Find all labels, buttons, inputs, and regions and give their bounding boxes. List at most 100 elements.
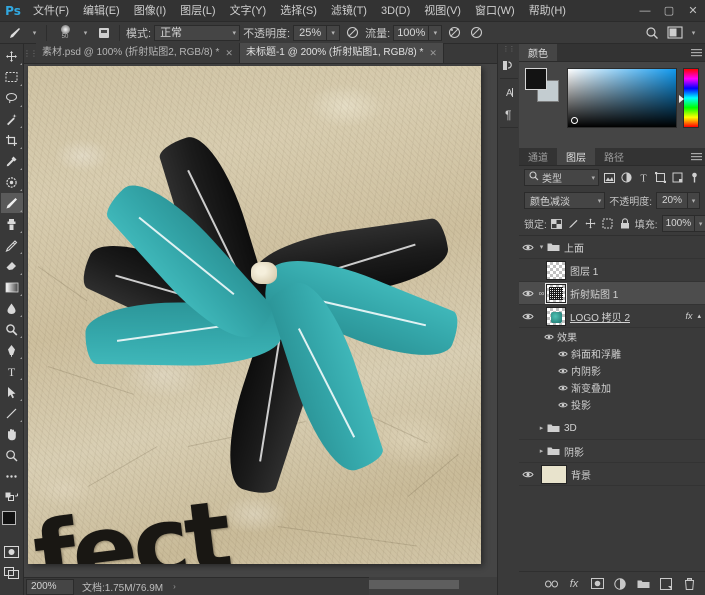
visibility-eye-icon[interactable] bbox=[519, 470, 537, 479]
character-panel-icon[interactable]: A bbox=[498, 81, 520, 103]
paragraph-panel-icon[interactable]: ¶ bbox=[498, 103, 520, 125]
close-icon[interactable]: ✕ bbox=[429, 43, 437, 63]
visibility-eye-icon[interactable] bbox=[541, 333, 557, 341]
lock-all-icon[interactable] bbox=[619, 218, 631, 229]
path-selection-tool[interactable] bbox=[1, 382, 23, 402]
brush-tool-icon[interactable] bbox=[4, 24, 26, 42]
chevron-up-icon[interactable]: ▴ bbox=[697, 312, 701, 320]
layer-row-group-top[interactable]: ▾ 上面 bbox=[519, 236, 705, 259]
panel-menu-icon[interactable] bbox=[687, 44, 705, 61]
layer-row-refraction-map-1[interactable]: ∞ 折射贴图 1 bbox=[519, 282, 705, 305]
lasso-tool[interactable] bbox=[1, 88, 23, 108]
menu-type[interactable]: 文字(Y) bbox=[223, 0, 274, 22]
edit-toolbar-button[interactable] bbox=[1, 466, 23, 486]
history-brush-tool[interactable] bbox=[1, 235, 23, 255]
lock-image-icon[interactable] bbox=[568, 219, 580, 229]
layer-style-fx-icon[interactable]: fx bbox=[567, 578, 581, 590]
new-adjustment-layer-icon[interactable] bbox=[613, 578, 627, 590]
visibility-eye-icon[interactable] bbox=[519, 289, 537, 298]
layer-fill-chevron-down-icon[interactable]: ▾ bbox=[695, 215, 705, 232]
menu-image[interactable]: 图像(I) bbox=[127, 0, 173, 22]
horizontal-type-tool[interactable]: T bbox=[1, 361, 23, 381]
close-icon[interactable]: ✕ bbox=[225, 43, 233, 63]
menu-file[interactable]: 文件(F) bbox=[26, 0, 76, 22]
hue-slider-marker[interactable] bbox=[679, 95, 684, 103]
brush-preset-chevron-down-icon[interactable]: ▾ bbox=[29, 24, 40, 42]
foreground-color-swatch[interactable] bbox=[2, 511, 16, 525]
link-layers-icon[interactable] bbox=[544, 580, 558, 588]
lock-position-icon[interactable] bbox=[585, 218, 597, 229]
adjustment-filter-icon[interactable] bbox=[620, 172, 632, 183]
horizontal-scroll-thumb[interactable] bbox=[369, 580, 459, 589]
color-panel-swatches[interactable] bbox=[525, 68, 561, 102]
gradient-tool[interactable] bbox=[1, 277, 23, 297]
menu-3d[interactable]: 3D(D) bbox=[374, 0, 417, 22]
color-swatches[interactable] bbox=[0, 510, 24, 536]
zoom-level-input[interactable]: 200% bbox=[26, 579, 74, 595]
visibility-eye-icon[interactable] bbox=[519, 243, 537, 252]
brush-panel-chevron-down-icon[interactable]: ▾ bbox=[80, 24, 91, 42]
brush-size-preview[interactable]: 50 bbox=[53, 23, 77, 43]
tab-channels[interactable]: 通道 bbox=[519, 148, 557, 165]
layer-opacity-chevron-down-icon[interactable]: ▾ bbox=[688, 192, 700, 209]
layer-opacity-input[interactable]: 20% bbox=[656, 192, 688, 209]
search-icon[interactable] bbox=[642, 23, 661, 42]
dock-drag-grip[interactable]: ⋮⋮ bbox=[498, 44, 520, 54]
menu-filter[interactable]: 滤镜(T) bbox=[324, 0, 374, 22]
flow-input[interactable]: 100% bbox=[393, 25, 429, 41]
layer-row-group-shadow[interactable]: ▸ 阴影 bbox=[519, 440, 705, 463]
lock-transparent-icon[interactable] bbox=[551, 219, 563, 229]
visibility-eye-icon[interactable] bbox=[555, 350, 571, 358]
quick-mask-icon[interactable] bbox=[1, 542, 23, 562]
workspace-chevron-down-icon[interactable]: ▾ bbox=[688, 24, 699, 42]
chevron-down-icon[interactable]: ▾ bbox=[537, 243, 546, 251]
menu-select[interactable]: 选择(S) bbox=[273, 0, 324, 22]
layer-row-logo-copy-2[interactable]: LOGO 拷贝 2 fx ▴ bbox=[519, 305, 705, 328]
workspace-switcher-icon[interactable] bbox=[665, 23, 684, 42]
layer-filter-select[interactable]: 类型 bbox=[524, 169, 599, 186]
document-tab-1[interactable]: 素材.psd @ 100% (折射贴图2, RGB/8) * ✕ bbox=[36, 43, 240, 63]
visibility-eye-icon[interactable] bbox=[555, 367, 571, 375]
visibility-eye-icon[interactable] bbox=[555, 384, 571, 392]
opacity-stepper-chevron-down-icon[interactable]: ▾ bbox=[327, 25, 340, 41]
maximize-button[interactable]: ▢ bbox=[657, 0, 681, 22]
menu-window[interactable]: 窗口(W) bbox=[468, 0, 522, 22]
spot-healing-brush-tool[interactable] bbox=[1, 172, 23, 192]
visibility-eye-icon[interactable] bbox=[519, 312, 537, 321]
brush-tool[interactable] bbox=[1, 193, 23, 213]
dodge-tool[interactable] bbox=[1, 319, 23, 339]
panel-menu-icon[interactable] bbox=[687, 148, 705, 165]
hand-tool[interactable] bbox=[1, 424, 23, 444]
screen-mode-icon[interactable] bbox=[1, 563, 23, 583]
layer-list[interactable]: ▾ 上面 图层 1 ∞ bbox=[519, 235, 705, 571]
color-ramp-cursor[interactable] bbox=[571, 117, 578, 124]
new-group-icon[interactable] bbox=[636, 579, 650, 589]
visibility-eye-icon[interactable] bbox=[555, 401, 571, 409]
zoom-tool[interactable] bbox=[1, 445, 23, 465]
canvas-viewport[interactable]: fect ▲ ▼ bbox=[24, 64, 519, 577]
menu-view[interactable]: 视图(V) bbox=[417, 0, 468, 22]
tabs-drag-grip[interactable]: ⋮⋮ bbox=[24, 43, 36, 63]
effect-row-bevel-emboss[interactable]: 斜面和浮雕 bbox=[519, 345, 705, 362]
minimize-button[interactable]: — bbox=[633, 0, 657, 22]
document-tab-2[interactable]: 未标题-1 @ 200% (折射贴图1, RGB/8) * ✕ bbox=[240, 43, 444, 63]
menu-layer[interactable]: 图层(L) bbox=[173, 0, 222, 22]
tab-color[interactable]: 颜色 bbox=[519, 44, 557, 61]
layer-row-background[interactable]: 背景 bbox=[519, 463, 705, 486]
default-colors-icon[interactable] bbox=[1, 487, 23, 507]
add-layer-mask-icon[interactable] bbox=[590, 578, 604, 589]
rectangular-marquee-tool[interactable] bbox=[1, 67, 23, 87]
hue-slider[interactable] bbox=[683, 68, 699, 128]
flow-stepper-chevron-down-icon[interactable]: ▾ bbox=[429, 25, 442, 41]
brush-settings-panel-icon[interactable] bbox=[94, 23, 113, 42]
layer-effects-indicator[interactable]: fx ▴ bbox=[685, 311, 701, 321]
airbrush-icon[interactable] bbox=[445, 23, 464, 42]
magic-wand-tool[interactable] bbox=[1, 109, 23, 129]
lock-artboard-icon[interactable] bbox=[602, 218, 614, 229]
link-layers-icon[interactable]: ∞ bbox=[537, 289, 546, 298]
eraser-tool[interactable] bbox=[1, 256, 23, 276]
pixel-filter-icon[interactable] bbox=[603, 173, 615, 183]
close-button[interactable]: ✕ bbox=[681, 0, 705, 22]
rectangle-tool[interactable] bbox=[1, 403, 23, 423]
delete-layer-icon[interactable] bbox=[682, 578, 696, 590]
